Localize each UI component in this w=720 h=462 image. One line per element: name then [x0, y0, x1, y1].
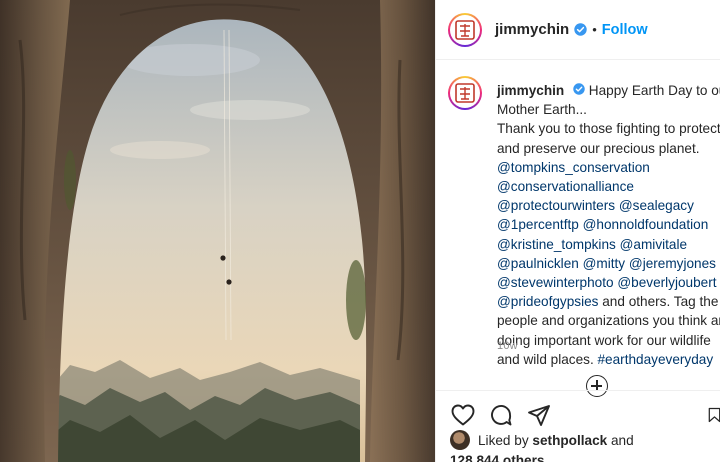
share-icon[interactable]: [526, 402, 552, 428]
caption-line: @paulnicklen @mitty @jeremyjones: [497, 254, 720, 273]
follow-button[interactable]: Follow: [602, 22, 648, 38]
caption-line: @prideofgypsies and others. Tag the: [497, 292, 720, 311]
separator-dot: •: [592, 22, 597, 37]
post-photo[interactable]: [0, 0, 435, 462]
mention-link[interactable]: @1percentftp: [497, 217, 579, 232]
caption-line: Thank you to those fighting to protect: [497, 119, 720, 138]
header-username[interactable]: jimmychin: [495, 21, 569, 38]
mention-link[interactable]: @sealegacy: [619, 198, 694, 213]
mention-link[interactable]: @protectourwinters: [497, 198, 615, 213]
liked-by-row: Liked by sethpollack and: [450, 430, 720, 450]
caption-line: doing important work for our wildlife: [497, 331, 720, 350]
mention-link[interactable]: @jeremyjones: [629, 256, 716, 271]
likes-count[interactable]: 128,844 others: [450, 453, 720, 462]
post-header: jimmychin • Follow: [436, 0, 720, 60]
caption-line: @conservationalliance: [497, 177, 720, 196]
action-bar: [450, 402, 720, 428]
mention-link[interactable]: @tompkins_conservation: [497, 160, 650, 175]
post-timestamp[interactable]: 10w: [497, 340, 518, 352]
caption-line: @1percentftp @honnoldfoundation: [497, 215, 720, 234]
liked-by-username[interactable]: sethpollack: [532, 433, 607, 448]
mention-link[interactable]: @stevewinterphoto: [497, 275, 614, 290]
hashtag-link[interactable]: #earthdayeveryday: [598, 352, 714, 367]
mention-link[interactable]: @paulnicklen: [497, 256, 579, 271]
header-user: jimmychin • Follow: [495, 21, 648, 38]
mention-link[interactable]: @kristine_tompkins: [497, 237, 616, 252]
mention-link[interactable]: @amivitale: [620, 237, 687, 252]
verified-badge-icon: [574, 23, 587, 36]
likes-section: Liked by sethpollack and 128,844 others: [450, 430, 720, 462]
caption-text: people and organizations you think are: [497, 313, 720, 329]
caption-line: and preserve our precious planet.: [497, 139, 720, 158]
avatar[interactable]: [450, 430, 470, 450]
caption-lines: Mother Earth... Thank you to those fighti…: [497, 100, 720, 369]
plus-circle-icon[interactable]: [586, 375, 608, 397]
mention-link[interactable]: @beverlyjoubert: [617, 275, 716, 290]
caption-avatar[interactable]: [448, 76, 482, 110]
caption-first-line: jimmychin Happy Earth Day to our: [497, 81, 720, 100]
divider: [436, 390, 720, 391]
caption-text: and others. Tag the: [598, 294, 719, 310]
caption-line: @tompkins_conservation: [497, 158, 720, 177]
avatar-logo-icon: [450, 14, 480, 45]
caption-text: and preserve our precious planet.: [497, 140, 700, 156]
post-caption: jimmychin Happy Earth Day to our Mother …: [497, 81, 720, 369]
verified-badge-icon: [573, 83, 585, 95]
caption-line: Mother Earth...: [497, 100, 720, 119]
avatar[interactable]: [448, 12, 482, 47]
bookmark-icon[interactable]: [708, 402, 720, 428]
caption-line: @protectourwinters @sealegacy: [497, 196, 720, 215]
caption-text: Happy Earth Day to our: [588, 83, 720, 98]
caption-username[interactable]: jimmychin: [497, 83, 564, 98]
post-sidebar: jimmychin • Follow jimmychin Happy Earth…: [435, 0, 720, 462]
mention-link[interactable]: @mitty: [583, 256, 626, 271]
caption-line: @stevewinterphoto @beverlyjoubert: [497, 273, 720, 292]
cave-arch-image: [0, 0, 435, 462]
comments-area[interactable]: jimmychin Happy Earth Day to our Mother …: [436, 60, 720, 397]
caption-text: doing important work for our wildlife: [497, 332, 711, 348]
mention-link[interactable]: @prideofgypsies: [497, 294, 598, 309]
caption-text: Mother Earth...: [497, 102, 587, 118]
mention-link[interactable]: @conservationalliance: [497, 179, 634, 194]
caption-line: and wild places. #earthdayeveryday: [497, 350, 720, 369]
caption-line: people and organizations you think are: [497, 311, 720, 330]
liked-by-prefix: Liked by: [478, 432, 529, 448]
heart-icon[interactable]: [450, 402, 476, 428]
caption-text: Thank you to those fighting to protect: [497, 121, 720, 137]
comment-icon[interactable]: [488, 402, 514, 428]
caption-line: @kristine_tompkins @amivitale: [497, 235, 720, 254]
avatar-logo-icon: [450, 78, 480, 108]
caption-text: and wild places.: [497, 351, 598, 367]
mention-link[interactable]: @honnoldfoundation: [583, 217, 709, 232]
liked-by-suffix: and: [611, 432, 634, 448]
